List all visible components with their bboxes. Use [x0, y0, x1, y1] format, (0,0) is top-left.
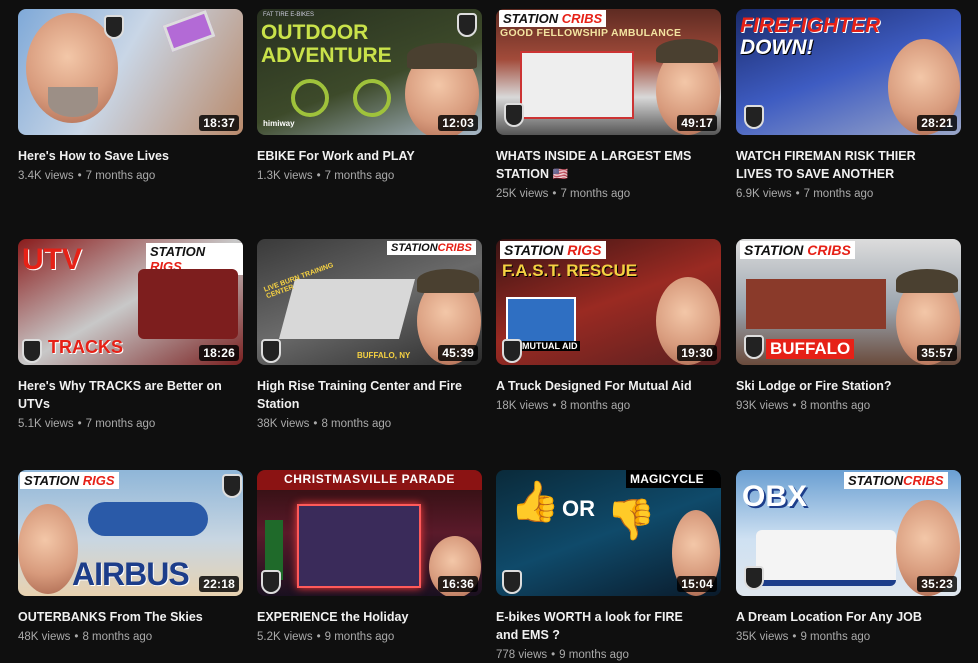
video-card[interactable]: STATION RIGS F.A.S.T. RESCUE MUTUAL AID … [496, 239, 721, 414]
channel-badge-icon [22, 339, 42, 363]
video-thumbnail[interactable]: STATIONCRIBS LIVE BURN TRAINING CENTER B… [257, 239, 482, 365]
video-duration: 45:39 [438, 345, 478, 361]
video-duration: 12:03 [438, 115, 478, 131]
channel-badge-icon [261, 570, 281, 594]
video-card[interactable]: FIREFIGHTER DOWN! 28:21 WATCH FIREMAN RIS… [736, 9, 961, 202]
video-duration: 35:23 [917, 576, 957, 592]
thumbs-down-icon: 👎 [606, 498, 656, 542]
video-title[interactable]: A Truck Designed For Mutual Aid [496, 377, 706, 395]
channel-badge-icon [222, 474, 242, 498]
video-duration: 18:26 [199, 345, 239, 361]
video-thumbnail[interactable]: 18:37 [18, 9, 243, 135]
video-thumbnail[interactable]: FAT TIRE E-BIKES OUTDOOR ADVENTURE himiwa… [257, 9, 482, 135]
video-duration: 28:21 [917, 115, 957, 131]
video-title[interactable]: A Dream Location For Any JOB [736, 608, 946, 626]
video-meta: 5.2K views • 9 months ago [257, 631, 395, 643]
video-card[interactable]: STATION CRIBS GOOD FELLOWSHIP AMBULANCE … [496, 9, 721, 202]
video-title[interactable]: OUTERBANKS From The Skies [18, 608, 228, 626]
video-card[interactable]: CHRISTMASVILLE PARADE 16:36 EXPERIENCE t… [257, 470, 482, 645]
video-thumbnail[interactable]: OBX STATIONCRIBS 35:23 [736, 470, 961, 596]
video-card[interactable]: UTV STATION RIGS TRACKS 18:26 Here's Why… [18, 239, 243, 432]
video-meta: 48K views • 8 months ago [18, 631, 153, 643]
video-card[interactable]: OBX STATIONCRIBS 35:23 A Dream Location … [736, 470, 961, 645]
video-thumbnail[interactable]: STATION CRIBS GOOD FELLOWSHIP AMBULANCE … [496, 9, 721, 135]
video-duration: 22:18 [199, 576, 239, 592]
video-title[interactable]: EBIKE For Work and PLAY [257, 147, 467, 165]
video-thumbnail[interactable]: STATION RIGS F.A.S.T. RESCUE MUTUAL AID … [496, 239, 721, 365]
video-card[interactable]: STATION RIGS AIRBUS 22:18 OUTERBANKS Fro… [18, 470, 243, 645]
video-thumbnail[interactable]: MAGICYCLE 👍 OR 👎 15:04 [496, 470, 721, 596]
video-meta: 18K views • 8 months ago [496, 400, 631, 412]
video-meta: 1.3K views • 7 months ago [257, 170, 395, 182]
video-duration: 16:36 [438, 576, 478, 592]
video-thumbnail[interactable]: STATION RIGS AIRBUS 22:18 [18, 470, 243, 596]
video-card[interactable]: FAT TIRE E-BIKES OUTDOOR ADVENTURE himiwa… [257, 9, 482, 184]
video-meta: 778 views • 9 months ago [496, 649, 629, 661]
channel-badge-icon [744, 335, 764, 359]
video-duration: 19:30 [677, 345, 717, 361]
channel-badge-icon [261, 339, 281, 363]
video-card[interactable]: STATION CRIBS BUFFALO 35:57 Ski Lodge or… [736, 239, 961, 414]
video-meta: 38K views • 8 months ago [257, 418, 392, 430]
video-meta: 93K views • 8 months ago [736, 400, 871, 412]
video-duration: 35:57 [917, 345, 957, 361]
video-thumbnail[interactable]: UTV STATION RIGS TRACKS 18:26 [18, 239, 243, 365]
thumbs-up-icon: 👍 [510, 480, 560, 524]
video-duration: 18:37 [199, 115, 239, 131]
video-card[interactable]: MAGICYCLE 👍 OR 👎 15:04 E-bikes WORTH a l… [496, 470, 721, 663]
video-title[interactable]: E-bikes WORTH a look for FIRE and EMS ? [496, 608, 706, 644]
channel-badge-icon [457, 13, 477, 37]
video-thumbnail[interactable]: STATION CRIBS BUFFALO 35:57 [736, 239, 961, 365]
video-meta: 6.9K views • 7 months ago [736, 188, 874, 200]
video-card[interactable]: STATIONCRIBS LIVE BURN TRAINING CENTER B… [257, 239, 482, 432]
video-meta: 35K views • 9 months ago [736, 631, 871, 643]
video-title[interactable]: WATCH FIREMAN RISK THIER LIVES TO SAVE A… [736, 147, 946, 183]
video-title[interactable]: High Rise Training Center and Fire Stati… [257, 377, 467, 413]
video-meta: 25K views • 7 months ago [496, 188, 631, 200]
video-meta: 3.4K views • 7 months ago [18, 170, 156, 182]
channel-badge-icon [504, 103, 524, 127]
video-thumbnail[interactable]: CHRISTMASVILLE PARADE 16:36 [257, 470, 482, 596]
video-duration: 49:17 [677, 115, 717, 131]
channel-badge-icon [502, 570, 522, 594]
video-card[interactable]: 18:37 Here's How to Save Lives 3.4K view… [18, 9, 243, 184]
video-meta: 5.1K views • 7 months ago [18, 418, 156, 430]
channel-badge-icon [104, 15, 124, 39]
video-title[interactable]: EXPERIENCE the Holiday [257, 608, 467, 626]
channel-badge-icon [744, 566, 764, 590]
video-title[interactable]: Ski Lodge or Fire Station? [736, 377, 946, 395]
video-title[interactable]: Here's Why TRACKS are Better on UTVs [18, 377, 228, 413]
channel-badge-icon [502, 339, 522, 363]
channel-badge-icon [744, 105, 764, 129]
video-duration: 15:04 [677, 576, 717, 592]
video-thumbnail[interactable]: FIREFIGHTER DOWN! 28:21 [736, 9, 961, 135]
video-title[interactable]: WHATS INSIDE A LARGEST EMS STATION 🇺🇸 [496, 147, 706, 183]
video-title[interactable]: Here's How to Save Lives [18, 147, 228, 165]
